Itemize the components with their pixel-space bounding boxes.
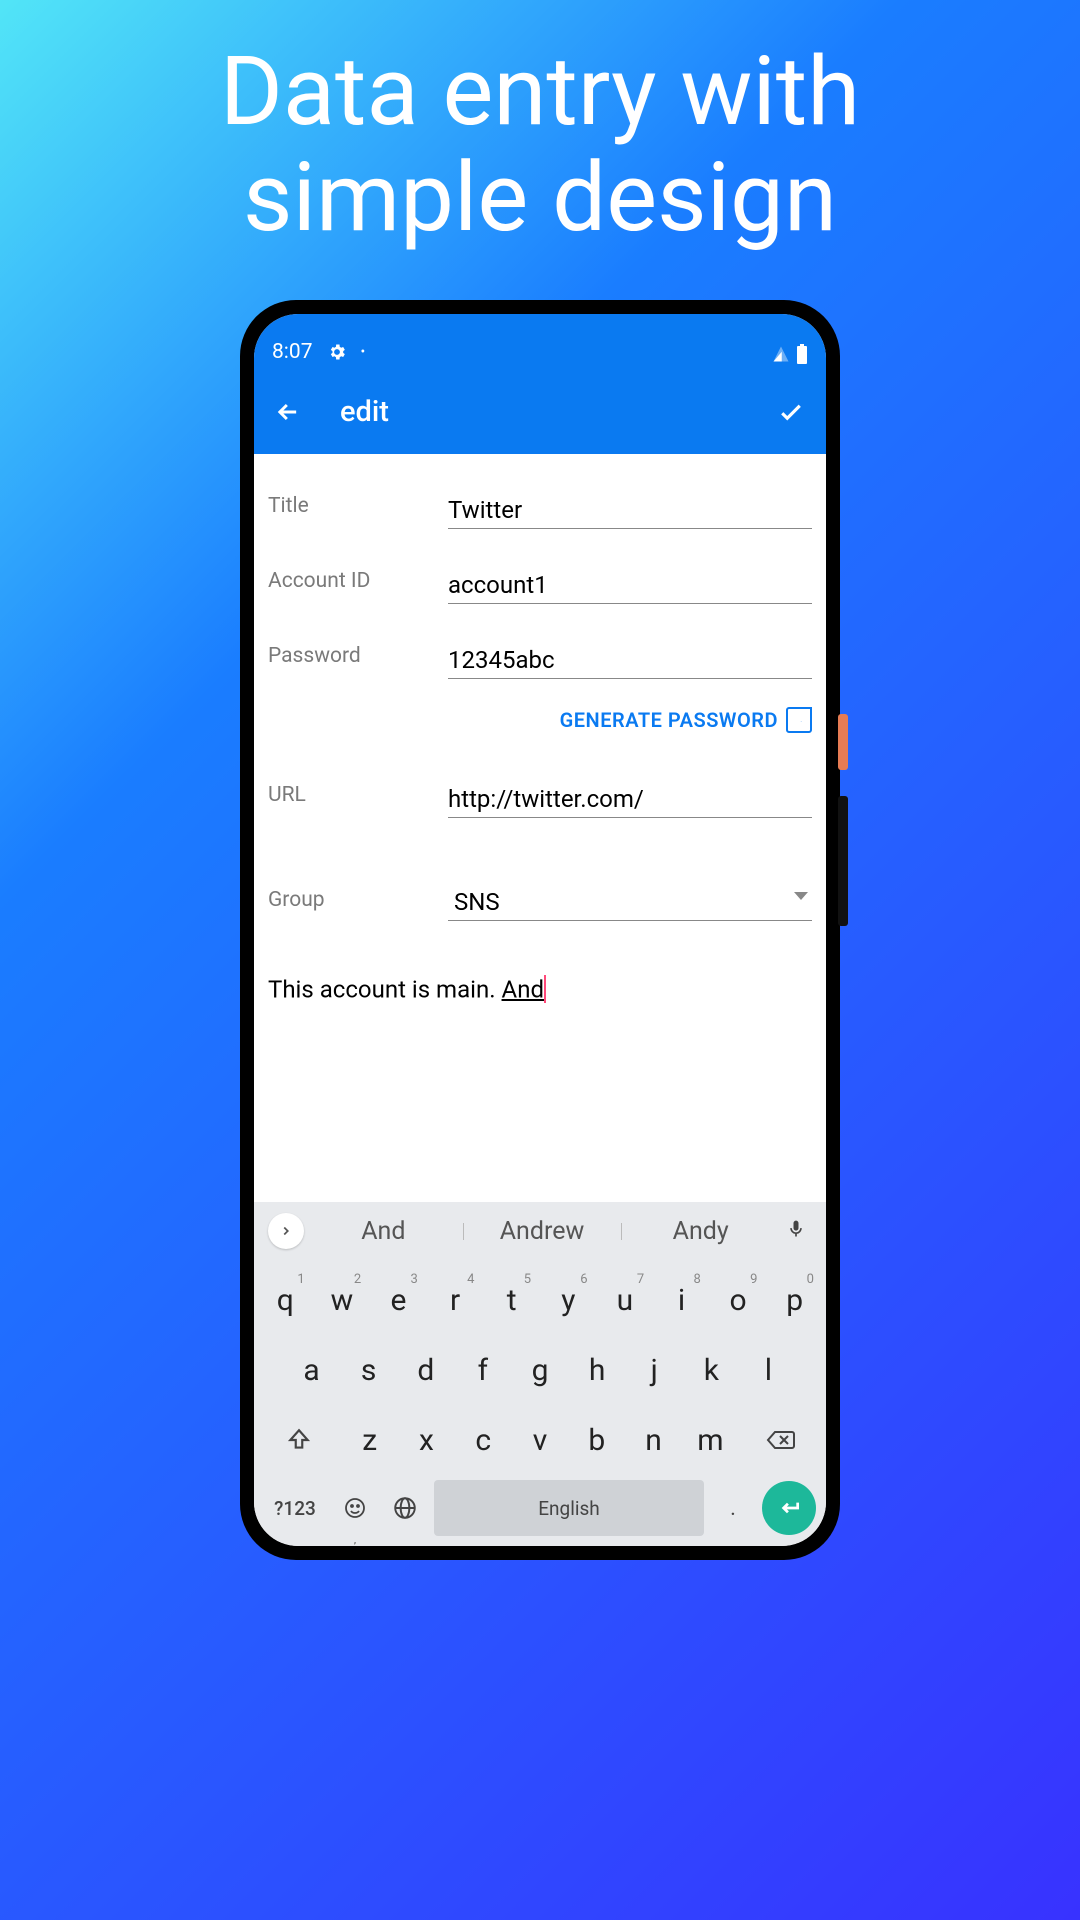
key-w[interactable]: w2: [317, 1270, 368, 1330]
emoji-key[interactable]: ,: [334, 1480, 376, 1536]
app-bar: edit: [254, 370, 826, 454]
suggestion-bar: And Andrew Andy: [254, 1202, 826, 1260]
account-id-input[interactable]: [448, 565, 812, 604]
expand-suggestions-button[interactable]: [268, 1213, 304, 1249]
status-time: 8:07: [272, 340, 313, 364]
suggestion-3[interactable]: Andy: [621, 1217, 780, 1246]
key-s[interactable]: s: [343, 1340, 394, 1400]
key-o[interactable]: o9: [713, 1270, 764, 1330]
keyboard-row-3: zxcvbnm: [260, 1410, 820, 1470]
generate-password-label: GENERATE PASSWORD: [560, 708, 778, 732]
keyboard-bottom-row: ?123 , English .: [254, 1470, 826, 1536]
promo-heading-line2: simple design: [60, 146, 1020, 252]
backspace-key[interactable]: [742, 1410, 820, 1470]
notes-input[interactable]: This account is main. And: [268, 921, 812, 1007]
notes-text: This account is main.: [268, 975, 502, 1003]
key-y[interactable]: y6: [543, 1270, 594, 1330]
text-cursor: [544, 975, 546, 1003]
keyboard: And Andrew Andy q1w2e3r4t5y6u7i8o9p0 asd…: [254, 1202, 826, 1546]
group-label: Group: [268, 864, 448, 921]
key-d[interactable]: d: [400, 1340, 451, 1400]
title-input[interactable]: [448, 490, 812, 529]
key-l[interactable]: l: [743, 1340, 794, 1400]
promo-heading-line1: Data entry with: [60, 40, 1020, 146]
power-button: [838, 714, 848, 770]
title-label: Title: [268, 490, 448, 529]
status-bar: 8:07 •: [254, 314, 826, 370]
key-g[interactable]: g: [514, 1340, 565, 1400]
mic-icon[interactable]: [780, 1216, 812, 1246]
key-c[interactable]: c: [458, 1410, 509, 1470]
group-dropdown[interactable]: SNS: [448, 864, 812, 921]
group-value: SNS: [448, 888, 812, 916]
key-h[interactable]: h: [572, 1340, 623, 1400]
space-key[interactable]: English: [434, 1480, 704, 1536]
language-key[interactable]: [384, 1480, 426, 1536]
gear-icon: [327, 342, 347, 362]
signal-icon: [772, 345, 790, 363]
url-input[interactable]: [448, 779, 812, 818]
key-x[interactable]: x: [401, 1410, 452, 1470]
keyboard-row-1: q1w2e3r4t5y6u7i8o9p0: [260, 1270, 820, 1330]
account-id-label: Account ID: [268, 565, 448, 604]
key-k[interactable]: k: [686, 1340, 737, 1400]
suggestion-2[interactable]: Andrew: [463, 1217, 622, 1246]
phone-frame: 8:07 •: [240, 300, 840, 1560]
keyboard-row-2: asdfghjkl: [260, 1340, 820, 1400]
key-z[interactable]: z: [344, 1410, 395, 1470]
key-b[interactable]: b: [571, 1410, 622, 1470]
enter-key[interactable]: [762, 1481, 816, 1535]
battery-icon: [796, 344, 808, 364]
suggestion-1[interactable]: And: [304, 1217, 463, 1246]
key-v[interactable]: v: [515, 1410, 566, 1470]
promo-heading: Data entry with simple design: [0, 0, 1080, 251]
key-u[interactable]: u7: [600, 1270, 651, 1330]
volume-button: [838, 796, 848, 926]
confirm-button[interactable]: [776, 397, 806, 427]
password-label: Password: [268, 640, 448, 679]
url-label: URL: [268, 779, 448, 818]
key-j[interactable]: j: [629, 1340, 680, 1400]
key-e[interactable]: e3: [373, 1270, 424, 1330]
page-title: edit: [340, 395, 389, 429]
chevron-down-icon: [794, 892, 808, 900]
shift-key[interactable]: [260, 1410, 338, 1470]
form-content: Title Account ID Password GENERATE PASSW…: [254, 454, 826, 1202]
generate-password-button[interactable]: GENERATE PASSWORD: [268, 679, 812, 733]
dot-icon: •: [361, 344, 366, 360]
period-key[interactable]: .: [712, 1480, 754, 1536]
key-a[interactable]: a: [286, 1340, 337, 1400]
back-button[interactable]: [274, 398, 302, 426]
key-f[interactable]: f: [457, 1340, 508, 1400]
key-q[interactable]: q1: [260, 1270, 311, 1330]
key-i[interactable]: i8: [656, 1270, 707, 1330]
key-r[interactable]: r4: [430, 1270, 481, 1330]
open-external-icon: [786, 707, 812, 733]
password-input[interactable]: [448, 640, 812, 679]
key-m[interactable]: m: [685, 1410, 736, 1470]
key-n[interactable]: n: [628, 1410, 679, 1470]
key-p[interactable]: p0: [769, 1270, 820, 1330]
notes-partial: And: [502, 975, 544, 1003]
symbols-key[interactable]: ?123: [264, 1480, 326, 1536]
key-t[interactable]: t5: [486, 1270, 537, 1330]
